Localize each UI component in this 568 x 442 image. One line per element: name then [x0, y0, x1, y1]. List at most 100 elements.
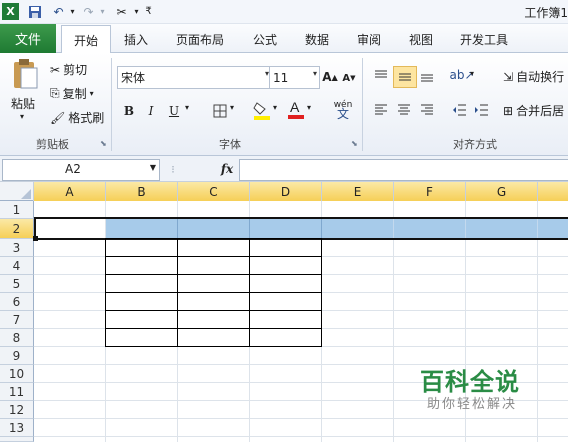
align-right-icon[interactable] [418, 101, 436, 119]
fill-color-dropdown-icon[interactable]: ▾ [273, 103, 277, 112]
column-header-d[interactable]: D [250, 182, 322, 201]
cut-button[interactable]: ✂ 剪切 [50, 61, 87, 78]
redo-dropdown-icon[interactable]: ▾ [94, 3, 111, 20]
font-color-dropdown-icon[interactable]: ▾ [307, 103, 311, 112]
tab-file[interactable]: 文件 [0, 24, 56, 53]
font-name-value: 宋体 [121, 71, 146, 85]
row-header-10[interactable]: 10 [0, 365, 34, 383]
increase-indent-icon[interactable] [473, 101, 491, 119]
wrap-text-icon: ⇲ [503, 69, 514, 84]
border-icon[interactable] [210, 101, 230, 121]
table-border-h [105, 256, 322, 257]
font-launcher-icon[interactable]: ⬊ [351, 139, 358, 148]
italic-button[interactable]: I [142, 101, 160, 121]
row-header-1[interactable]: 1 [0, 201, 34, 219]
copy-button[interactable]: ⎘ 复制 ▾ [50, 85, 94, 102]
format-painter-icon: 🖌 [50, 110, 66, 125]
underline-dropdown-icon[interactable]: ▾ [185, 103, 189, 112]
column-header-f[interactable]: F [394, 182, 466, 201]
tab-formulas[interactable]: 公式 [253, 31, 277, 48]
align-middle-icon[interactable] [393, 66, 417, 88]
customize-qat-icon[interactable]: ₹ [140, 3, 157, 20]
paste-button[interactable]: 粘贴 [11, 95, 35, 112]
font-color-icon[interactable]: A [286, 97, 306, 121]
formula-bar-handle-icon[interactable]: ⁝ [164, 161, 182, 177]
phonetic-icon: 文 [336, 107, 349, 121]
shrink-font-icon: A [342, 72, 351, 84]
wrap-text-label: 自动换行 [516, 70, 565, 84]
phonetic-button[interactable]: wén 文 [330, 97, 356, 123]
row-header-8[interactable]: 8 [0, 329, 34, 347]
svg-text:A: A [290, 99, 300, 115]
fill-handle[interactable] [33, 236, 38, 241]
watermark-title: 百科全说 [420, 368, 520, 396]
insert-function-icon[interactable]: fx [218, 160, 236, 178]
tab-data[interactable]: 数据 [305, 31, 329, 48]
clipboard-launcher-icon[interactable]: ⬊ [100, 139, 107, 148]
column-header-h[interactable] [538, 182, 568, 201]
column-header-a[interactable]: A [34, 182, 106, 201]
bold-button[interactable]: B [120, 101, 138, 121]
row-header-2[interactable]: 2 [0, 219, 34, 239]
font-name-box[interactable]: 宋体 ▾ [117, 66, 272, 89]
wrap-text-button[interactable]: ⇲ 自动换行 [503, 68, 564, 85]
orientation-dropdown-icon[interactable]: ▾ [470, 69, 474, 78]
font-size-value: 11 [273, 70, 289, 85]
tab-view[interactable]: 视图 [409, 31, 433, 48]
tab-developer[interactable]: 开发工具 [460, 31, 508, 48]
align-left-icon[interactable] [372, 101, 390, 119]
tab-home[interactable]: 开始 [61, 25, 111, 55]
grow-font-button[interactable]: A ▲ [320, 67, 340, 87]
row-header-9[interactable]: 9 [0, 347, 34, 365]
name-box[interactable]: A2 ▼ [2, 159, 160, 181]
shrink-font-button[interactable]: A ▼ [340, 69, 358, 87]
column-header-g[interactable]: G [466, 182, 538, 201]
align-top-icon[interactable] [372, 67, 390, 85]
undo-dropdown-icon[interactable]: ▾ [64, 3, 81, 20]
row-header-6[interactable]: 6 [0, 293, 34, 311]
decrease-indent-icon[interactable] [451, 101, 469, 119]
gridline [34, 418, 568, 419]
paste-icon[interactable] [10, 57, 40, 91]
border-dropdown-icon[interactable]: ▾ [230, 103, 234, 112]
column-header-bar: A B C D E F G [0, 182, 568, 201]
underline-button[interactable]: U [165, 101, 183, 121]
tab-review[interactable]: 审阅 [357, 31, 381, 48]
save-icon[interactable] [26, 3, 43, 20]
row-header-13[interactable]: 13 [0, 419, 34, 437]
tab-insert[interactable]: 插入 [124, 31, 148, 48]
watermark-subtitle: 助你轻松解决 [427, 397, 518, 412]
row-header-11[interactable]: 11 [0, 383, 34, 401]
excel-logo-icon: X [2, 3, 19, 20]
column-header-b[interactable]: B [106, 182, 178, 201]
row-header-5[interactable]: 5 [0, 275, 34, 293]
row-header-12[interactable]: 12 [0, 401, 34, 419]
grow-font-icon: A [322, 70, 332, 84]
merge-center-label: 合并后居 [516, 104, 565, 118]
formula-input[interactable] [239, 159, 568, 181]
merge-center-button[interactable]: ⊞ 合并后居 [503, 102, 564, 119]
font-group-label: 字体 [219, 138, 241, 151]
row-header-4[interactable]: 4 [0, 257, 34, 275]
select-all-corner[interactable] [0, 182, 34, 201]
font-size-box[interactable]: 11 ▾ [269, 66, 320, 89]
fill-color-icon[interactable] [252, 99, 272, 121]
selection-border[interactable] [34, 217, 568, 240]
name-box-value: A2 [65, 162, 81, 176]
format-painter-button[interactable]: 🖌 格式刷 [50, 109, 104, 126]
format-painter-label: 格式刷 [68, 111, 105, 125]
row-header-7[interactable]: 7 [0, 311, 34, 329]
paste-dropdown-icon[interactable]: ▾ [20, 112, 24, 121]
column-header-e[interactable]: E [322, 182, 394, 201]
name-box-dropdown-icon: ▼ [149, 163, 156, 172]
row-header-3[interactable]: 3 [0, 239, 34, 257]
column-header-c[interactable]: C [178, 182, 250, 201]
align-bottom-icon[interactable] [418, 67, 436, 85]
table-border-h [105, 328, 322, 329]
align-center-icon[interactable] [395, 101, 413, 119]
alignment-group-label: 对齐方式 [453, 138, 497, 151]
tab-page-layout[interactable]: 页面布局 [176, 31, 224, 48]
orientation-icon[interactable]: ab↗ [449, 65, 474, 85]
row-header-14[interactable] [0, 437, 34, 442]
cut-icon: ✂ [50, 62, 61, 77]
